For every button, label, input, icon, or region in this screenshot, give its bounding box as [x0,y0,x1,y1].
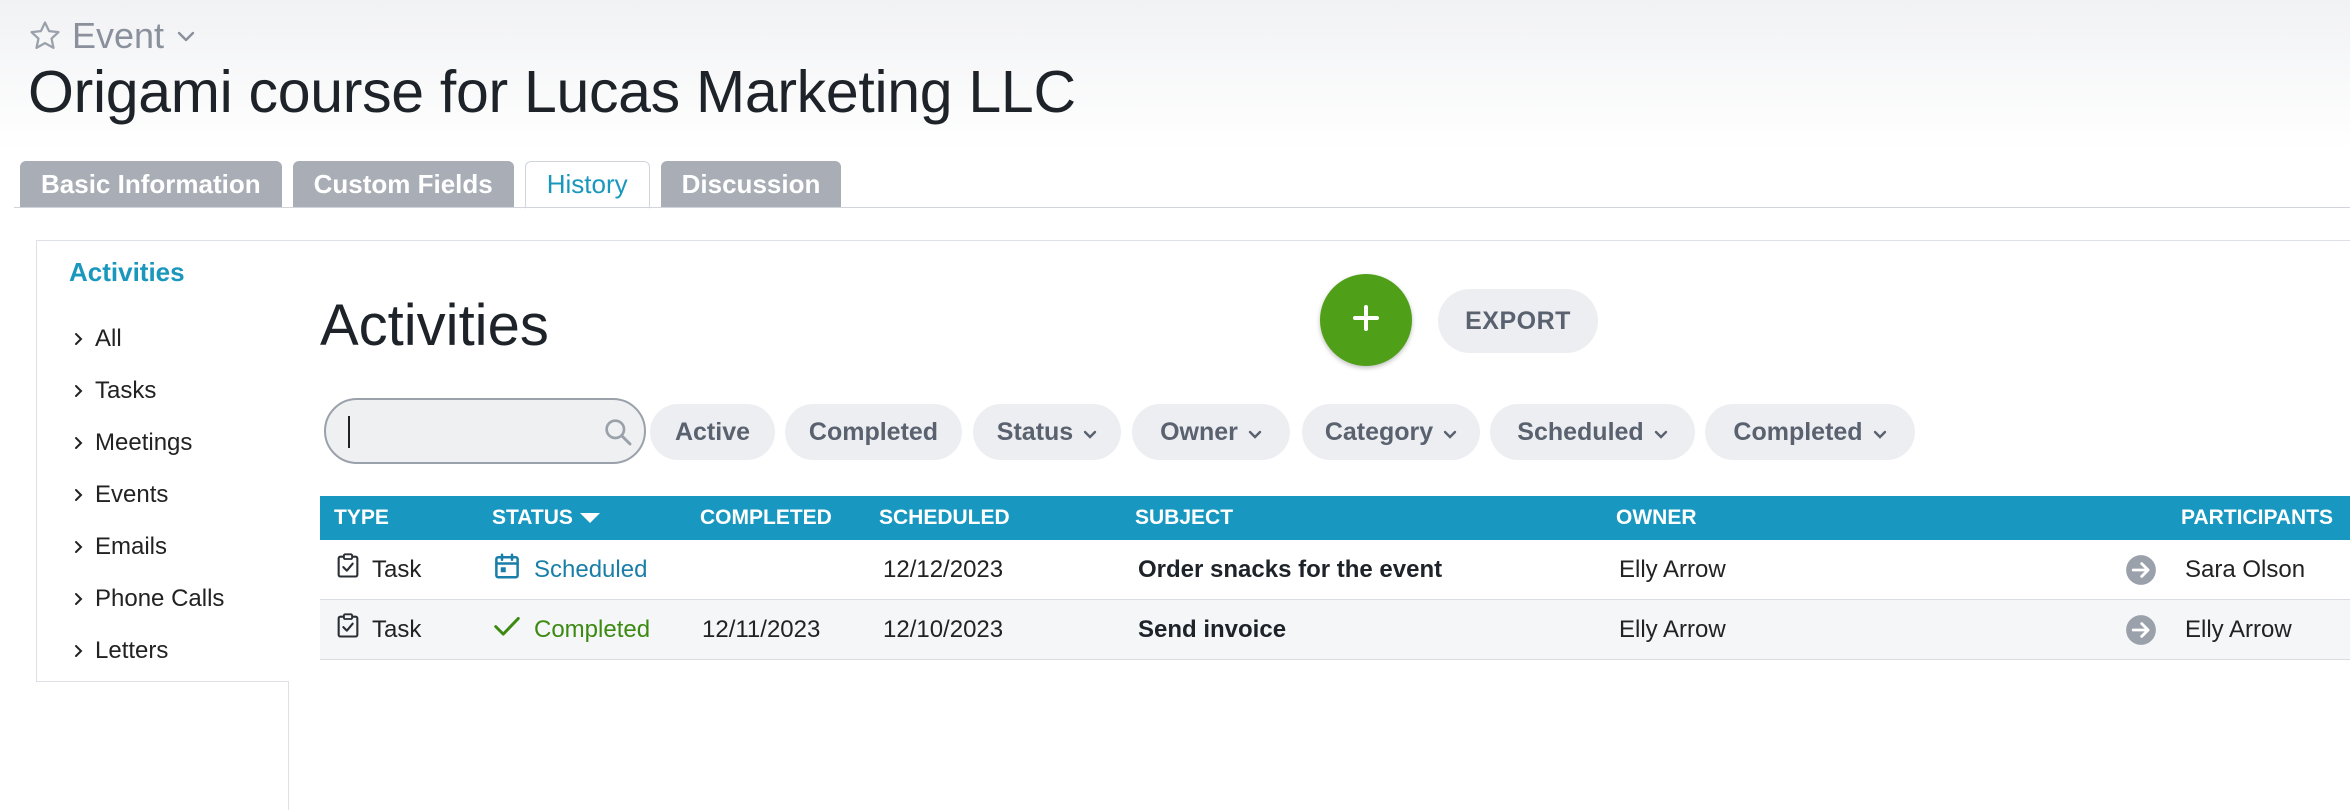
cell-scheduled: 12/12/2023 [883,555,1004,583]
chip-label: Category [1324,417,1434,446]
add-activity-button[interactable] [1320,274,1412,366]
activities-heading: Activities [320,293,549,358]
filter-active[interactable]: Active [650,404,775,460]
tab-discussion[interactable]: Discussion [660,161,842,207]
sidebar-item-events[interactable]: Events [73,469,224,521]
sidebar-item-label: Meetings [95,429,193,456]
text-cursor [348,416,350,448]
sidebar-item-tasks[interactable]: Tasks [73,365,224,417]
cell-type: Task [334,600,421,659]
panel-border [288,240,2350,241]
sidebar-item-label: Phone Calls [95,585,225,612]
chevron-down-icon [1873,418,1887,447]
cell-subject[interactable]: Send invoice [1138,600,1286,659]
sidebar-item-label: Events [95,481,169,508]
record-type-label: Event [72,15,165,56]
sidebar-item-all[interactable]: All [73,313,224,365]
cell-owner: Elly Arrow [1619,615,1726,643]
sidebar-title[interactable]: Activities [69,257,185,288]
table-row[interactable]: Task Completed 12/11/2023 12/10/2023 Sen… [320,600,2350,660]
search-icon[interactable] [602,416,634,453]
table-header: TYPE STATUS COMPLETED SCHEDULED SUBJECT … [320,496,2350,540]
chip-label: Scheduled [1517,417,1644,446]
cell-subject[interactable]: Order snacks for the event [1138,540,1442,599]
chevron-right-icon [73,592,95,606]
chevron-down-icon [174,24,198,48]
chevron-right-icon [73,436,95,450]
column-header-scheduled[interactable]: SCHEDULED [879,496,1010,540]
sidebar-item-letters[interactable]: Letters [73,625,224,677]
sidebar-item-label: Emails [95,533,168,560]
export-button[interactable]: EXPORT [1438,289,1598,353]
column-header-owner[interactable]: OWNER [1616,496,1697,540]
chevron-right-icon [73,644,95,658]
table-row[interactable]: Task Scheduled 12/12/2023 Order snacks f… [320,540,2350,600]
tab-custom-fields[interactable]: Custom Fields [292,161,514,207]
filter-completed-dropdown[interactable]: Completed [1705,404,1915,460]
chip-label: Active [674,417,751,446]
type-label: Task [372,615,422,643]
chevron-down-icon [1443,418,1457,447]
chip-label: Completed [1733,417,1863,446]
activities-sidebar: Activities All Tasks Meetings Events Ema… [36,240,289,682]
type-label: Task [372,555,422,583]
tab-history[interactable]: History [524,161,650,209]
sidebar-list: All Tasks Meetings Events Emails Phone C… [73,313,224,677]
status-label: Completed [534,615,651,643]
record-type-selector[interactable]: Event [28,10,198,62]
page-title: Origami course for Lucas Marketing LLC [28,59,1076,125]
sidebar-item-label: All [95,325,122,352]
column-header-subject[interactable]: SUBJECT [1135,496,1233,540]
open-record-arrow-icon[interactable] [2124,600,2158,659]
filter-status-dropdown[interactable]: Status [973,404,1121,460]
cell-participants: Sara Olson [2185,555,2306,583]
cell-status: Scheduled [492,540,647,599]
task-icon [334,612,362,647]
chevron-down-icon [1654,418,1668,447]
chevron-right-icon [73,384,95,398]
calendar-icon [492,551,522,588]
chevron-right-icon [73,488,95,502]
search-input[interactable] [346,410,590,454]
cell-type: Task [334,540,421,599]
column-header-status[interactable]: STATUS [492,496,601,540]
chevron-down-icon [1083,418,1097,447]
column-header-participants[interactable]: PARTICIPANTS [2181,496,2333,540]
tab-basic-information[interactable]: Basic Information [20,161,282,207]
chip-label: Status [996,417,1074,446]
checkmark-icon [492,611,522,648]
chip-label: Completed [808,417,939,446]
chevron-right-icon [73,540,95,554]
status-label: Scheduled [534,555,648,583]
plus-icon [1351,303,1381,338]
sort-desc-icon [579,511,601,525]
open-record-arrow-icon[interactable] [2124,540,2158,599]
cell-participants: Elly Arrow [2185,615,2292,643]
chip-label: Owner [1160,417,1238,446]
filter-completed[interactable]: Completed [785,404,962,460]
activities-table: TYPE STATUS COMPLETED SCHEDULED SUBJECT … [320,496,2350,660]
search-box[interactable] [324,398,646,464]
cell-scheduled: 12/10/2023 [883,615,1004,643]
cell-completed: 12/11/2023 [702,615,821,643]
filter-category-dropdown[interactable]: Category [1302,404,1480,460]
chevron-right-icon [73,332,95,346]
filter-scheduled-dropdown[interactable]: Scheduled [1490,404,1695,460]
chevron-down-icon [1248,418,1262,447]
tab-bar: Basic Information Custom Fields History … [20,161,842,209]
star-icon[interactable] [28,19,62,53]
task-icon [334,552,362,587]
tab-divider [14,207,2350,208]
sidebar-item-phone-calls[interactable]: Phone Calls [73,573,224,625]
sidebar-item-emails[interactable]: Emails [73,521,224,573]
sidebar-item-label: Letters [95,637,169,664]
sidebar-item-label: Tasks [95,377,157,404]
cell-status: Completed [492,600,650,659]
column-header-completed[interactable]: COMPLETED [700,496,832,540]
column-header-label: STATUS [492,506,573,529]
cell-owner: Elly Arrow [1619,555,1726,583]
column-header-type[interactable]: TYPE [334,496,389,540]
sidebar-item-meetings[interactable]: Meetings [73,417,224,469]
filter-owner-dropdown[interactable]: Owner [1132,404,1290,460]
